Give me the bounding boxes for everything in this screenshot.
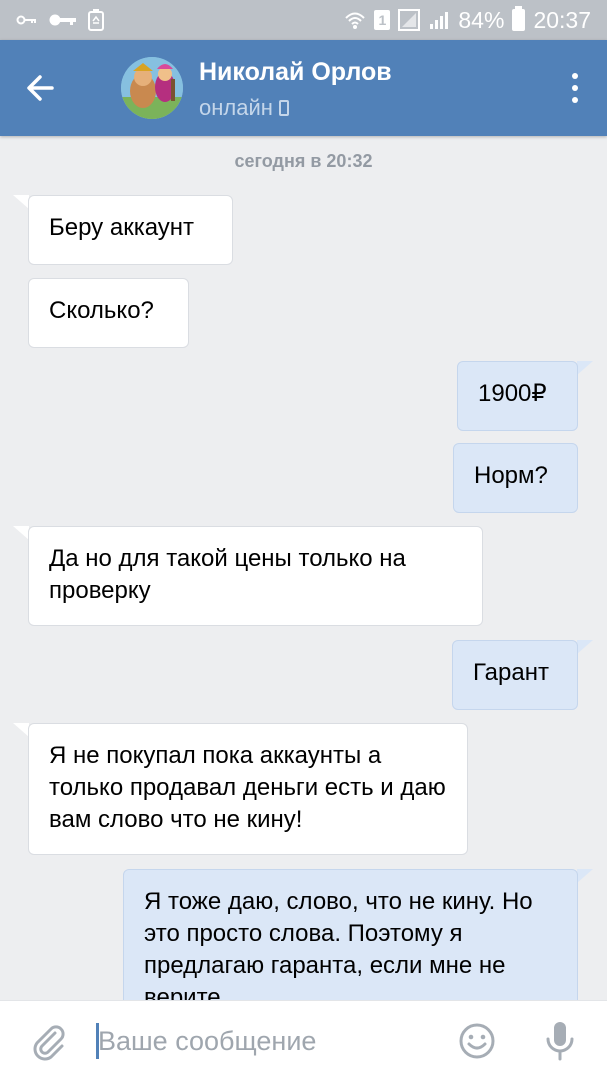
contact-name[interactable]: Николай Орлов (199, 58, 392, 87)
contact-status: онлайн (199, 95, 289, 121)
contact-avatar[interactable] (121, 57, 183, 119)
message-outgoing[interactable]: 1900₽ (457, 361, 578, 431)
smiley-icon (459, 1023, 495, 1059)
message-incoming[interactable]: Я не покупал пока аккаунты а только прод… (28, 723, 468, 855)
battery-icon (512, 6, 526, 31)
message-list[interactable]: сегодня в 20:32 Беру аккаунт Сколько? 19… (0, 136, 607, 1000)
message-composer (0, 1000, 607, 1080)
vpn-key-icon (49, 14, 76, 26)
bubble-tail (577, 640, 593, 654)
message-outgoing[interactable]: Норм? (453, 443, 578, 513)
arrow-left-icon (27, 75, 54, 101)
status-system-icons: 1 84% 20:37 (344, 6, 591, 34)
bubble-tail (577, 361, 593, 375)
wifi-icon (345, 12, 366, 29)
recycle-icon (88, 9, 104, 31)
signal-box-icon (398, 9, 421, 31)
back-button[interactable] (18, 66, 62, 110)
attach-button[interactable] (28, 1021, 68, 1061)
microphone-icon (546, 1022, 574, 1061)
bubble-tail (577, 869, 593, 883)
voice-message-button[interactable] (542, 1019, 578, 1063)
signal-icon (430, 12, 449, 29)
battery-percent: 84% (458, 6, 505, 33)
phone-icon (278, 100, 289, 116)
status-bar: 1 84% 20:37 (0, 0, 607, 40)
bubble-tail (13, 723, 29, 737)
avatar-image (121, 57, 183, 119)
key-icon (16, 15, 36, 25)
bubble-tail (13, 195, 29, 209)
emoji-button[interactable] (457, 1021, 497, 1061)
more-options-button[interactable] (565, 70, 585, 106)
bubble-tail (13, 526, 29, 540)
message-input[interactable] (96, 1017, 428, 1065)
message-outgoing[interactable]: Я тоже даю, слово, что не кину. Но это п… (123, 869, 578, 1000)
online-status-text: онлайн (199, 95, 273, 120)
sim-slot-icon: 1 (374, 10, 391, 30)
status-time: 20:37 (533, 6, 591, 33)
message-incoming[interactable]: Да но для такой цены только на проверку (28, 526, 483, 626)
message-outgoing[interactable]: Гарант (452, 640, 578, 710)
date-separator: сегодня в 20:32 (234, 151, 373, 171)
chat-header: Николай Орлов онлайн (0, 40, 607, 136)
status-notification-icons (16, 8, 104, 32)
message-incoming[interactable]: Беру аккаунт (28, 195, 233, 265)
paperclip-icon (33, 1025, 65, 1061)
more-vertical-icon (572, 73, 578, 79)
message-incoming[interactable]: Сколько? (28, 278, 189, 348)
